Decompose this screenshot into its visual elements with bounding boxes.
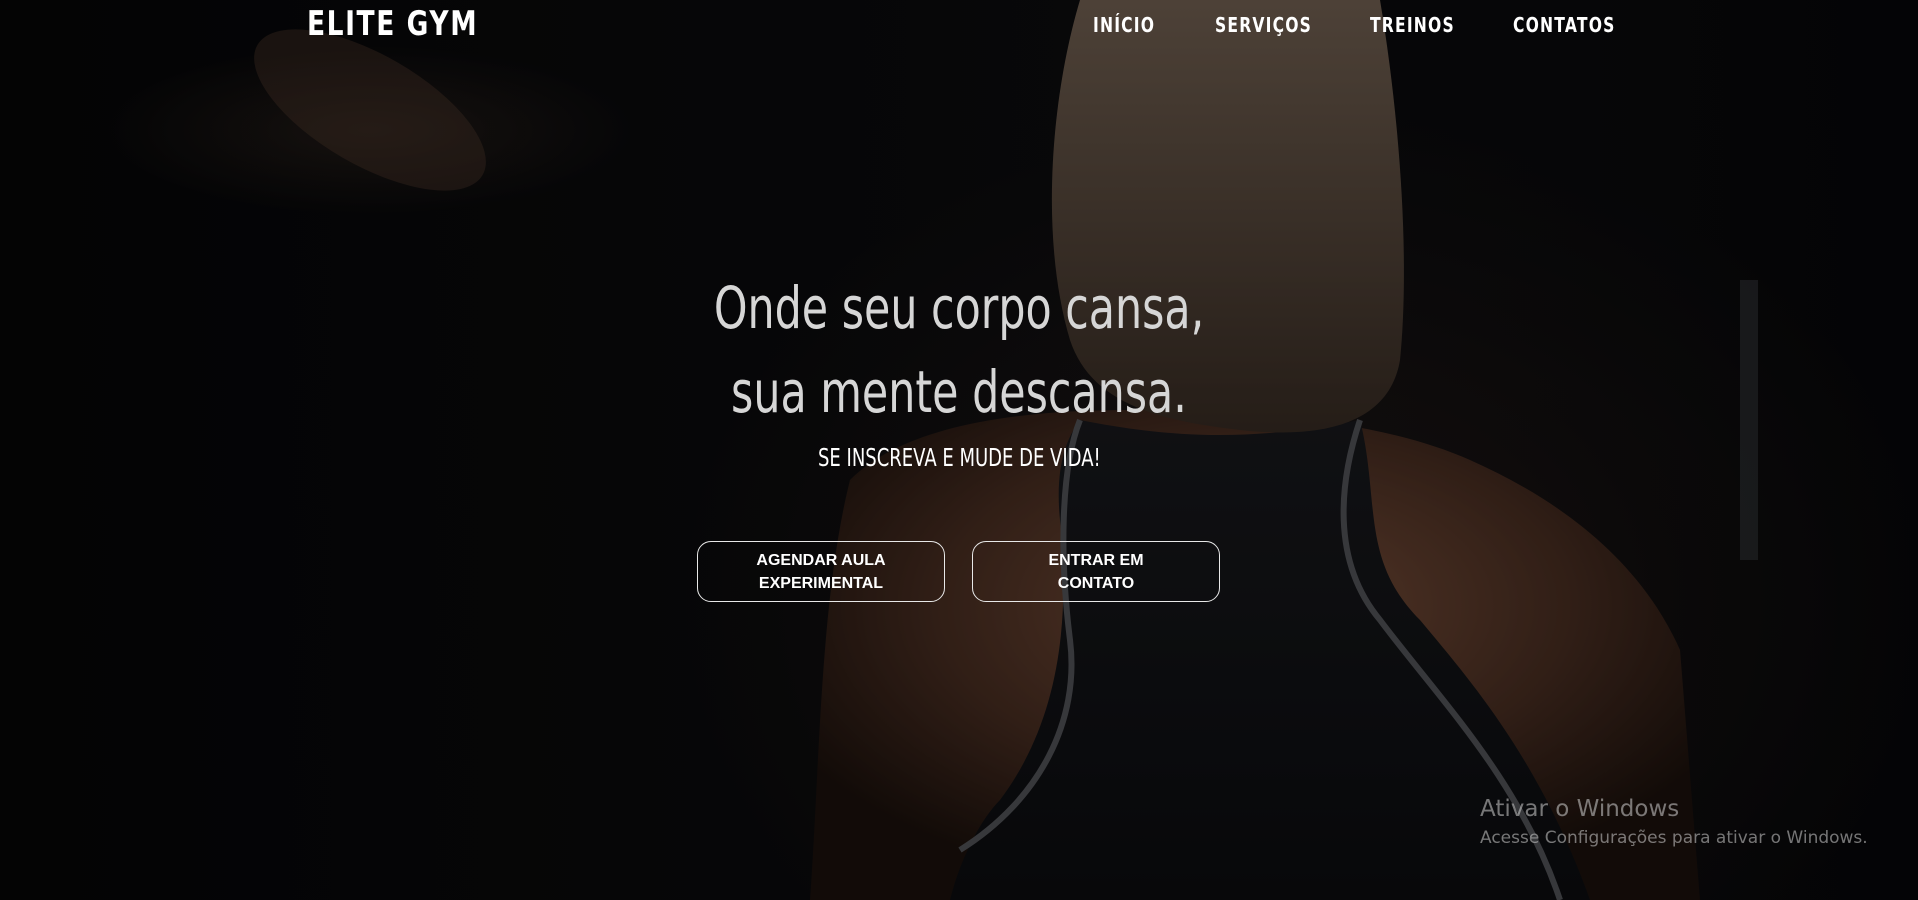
hero-subheadline-text: SE INSCREVA E MUDE DE VIDA! [817, 443, 1101, 472]
schedule-trial-button[interactable]: AGENDAR AULA EXPERIMENTAL [697, 541, 945, 602]
nav-link-inicio[interactable]: INÍCIO [1093, 13, 1155, 37]
nav-link-servicos[interactable]: SERVIÇOS [1215, 13, 1312, 37]
nav-link-treinos[interactable]: TREINOS [1370, 13, 1455, 37]
watermark-subtitle: Acesse Configurações para ativar o Windo… [1480, 828, 1868, 848]
nav-link-contatos[interactable]: CONTATOS [1513, 13, 1616, 37]
hero-headline-line-1: Onde seu corpo cansa, [713, 274, 1205, 342]
hero-headline-line-2: sua mente descansa. [731, 358, 1187, 426]
hero-section: ELITE GYM INÍCIO SERVIÇOS TREINOS CONTAT… [0, 0, 1918, 900]
site-header: ELITE GYM INÍCIO SERVIÇOS TREINOS CONTAT… [0, 0, 1918, 54]
hero-subheadline: SE INSCREVA E MUDE DE VIDA! [0, 443, 1918, 472]
hero-headline: Onde seu corpo cansa, sua mente descansa… [0, 266, 1918, 434]
site-logo[interactable]: ELITE GYM [307, 4, 478, 44]
windows-activation-watermark: Ativar o Windows Acesse Configurações pa… [1480, 796, 1868, 848]
watermark-title: Ativar o Windows [1480, 796, 1680, 822]
contact-button[interactable]: ENTRAR EM CONTATO [972, 541, 1220, 602]
